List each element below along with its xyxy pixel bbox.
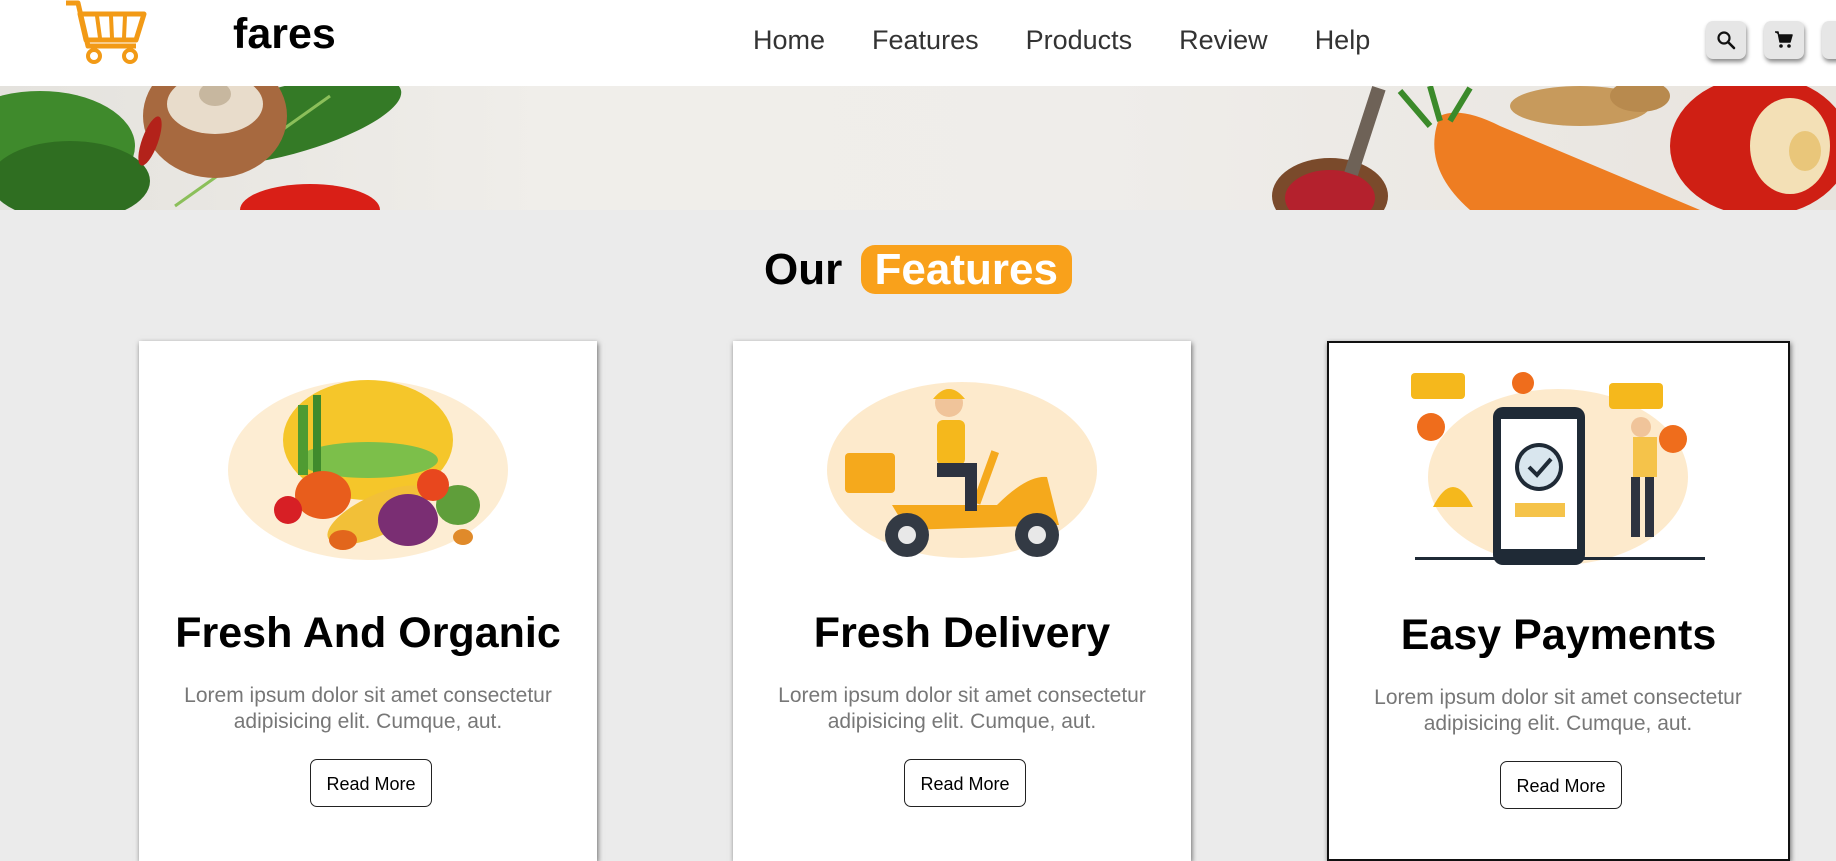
card-description: Lorem ipsum dolor sit amet consectetur a… — [778, 684, 1146, 733]
menu-button[interactable] — [1822, 21, 1836, 59]
read-more-button[interactable]: Read More — [310, 759, 432, 807]
nav-home[interactable]: Home — [753, 22, 825, 58]
card-title: Fresh And Organic — [175, 609, 561, 657]
card-title: Fresh Delivery — [813, 609, 1111, 657]
shopping-cart-logo-icon[interactable] — [64, 0, 148, 66]
vegetables-illustration-icon — [228, 380, 508, 560]
cart-button[interactable] — [1764, 21, 1804, 59]
feature-card-fresh-delivery: Fresh Delivery Lorem ipsum dolor sit ame… — [733, 341, 1191, 861]
search-icon — [1717, 31, 1736, 50]
card-description: Lorem ipsum dolor sit amet consectetur a… — [1374, 686, 1742, 735]
main-nav: Home Features Products Review Help — [753, 22, 1417, 58]
feature-card-easy-payments: Easy Payments Lorem ipsum dolor sit amet… — [1327, 341, 1790, 861]
features-heading-prefix: Our — [764, 245, 843, 294]
read-more-button[interactable]: Read More — [904, 759, 1026, 807]
features-heading: Our Features — [0, 245, 1836, 295]
site-header: fares Home Features Products Review Help — [0, 0, 1836, 86]
brand-name[interactable]: fares — [233, 10, 336, 59]
card-title: Easy Payments — [1400, 611, 1717, 659]
vegetables-banner — [0, 86, 1836, 210]
read-more-button[interactable]: Read More — [1500, 761, 1622, 809]
vegetables-banner-image — [0, 86, 1836, 210]
cart-icon — [1775, 31, 1793, 48]
search-button[interactable] — [1706, 21, 1746, 59]
delivery-scooter-illustration-icon — [827, 382, 1097, 558]
card-description: Lorem ipsum dolor sit amet consectetur a… — [184, 684, 552, 733]
nav-features[interactable]: Features — [872, 22, 979, 58]
feature-card-fresh-organic: Fresh And Organic Lorem ipsum dolor sit … — [139, 341, 597, 861]
nav-products[interactable]: Products — [1026, 22, 1133, 58]
nav-review[interactable]: Review — [1179, 22, 1268, 58]
nav-help[interactable]: Help — [1315, 22, 1371, 58]
features-heading-highlight: Features — [860, 245, 1072, 294]
mobile-payment-illustration-icon — [1411, 372, 1705, 565]
